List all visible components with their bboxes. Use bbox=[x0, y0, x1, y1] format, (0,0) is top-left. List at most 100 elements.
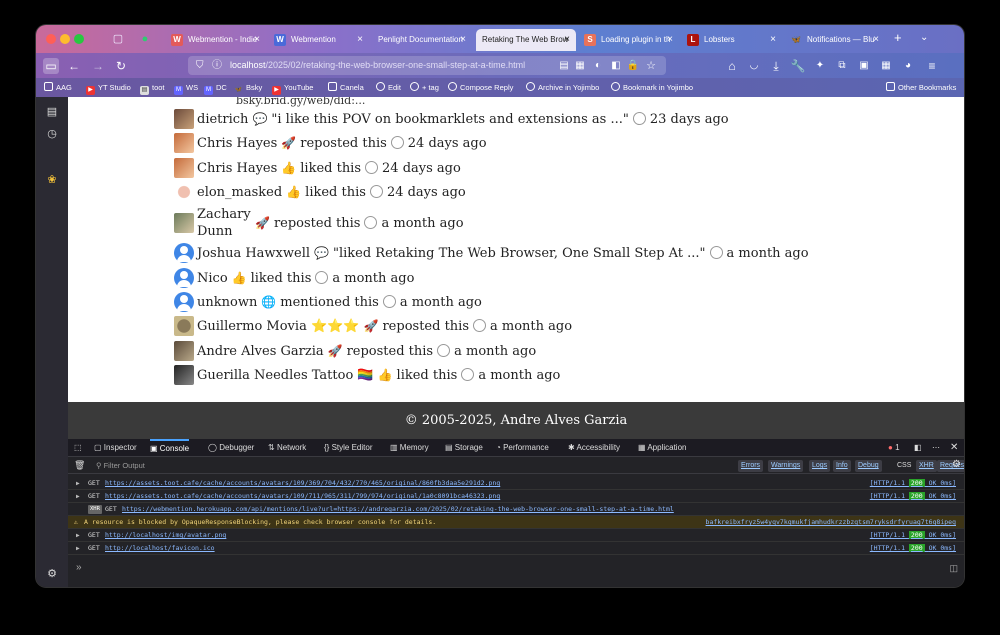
home-icon[interactable]: ⌂ bbox=[724, 58, 740, 74]
zoom-window-button[interactable] bbox=[74, 34, 84, 44]
mention-author[interactable]: elon_masked bbox=[197, 185, 282, 200]
close-icon[interactable]: × bbox=[357, 29, 363, 51]
avatar[interactable] bbox=[174, 316, 194, 336]
mention-author[interactable]: unknown bbox=[197, 295, 257, 310]
avatar[interactable] bbox=[174, 133, 194, 153]
wrench-icon[interactable]: 🔧 bbox=[790, 58, 806, 74]
sidebar-toggle-icon[interactable]: ▭ bbox=[43, 58, 59, 74]
reader-view-icon[interactable]: ▤ bbox=[556, 58, 572, 74]
close-icon[interactable]: × bbox=[254, 29, 260, 51]
mention-time[interactable]: a month ago bbox=[473, 318, 572, 334]
picture-in-picture-icon[interactable]: ◧ bbox=[608, 58, 624, 74]
warning-source[interactable]: bafkreibxfryz5w4yqv7kqmukfjamhudkrzzbzgt… bbox=[706, 516, 956, 529]
bookmark-aag[interactable]: AAG bbox=[44, 82, 72, 93]
tab-memory[interactable]: ▥ Memory bbox=[390, 439, 429, 457]
addon-icon[interactable]: ▣ bbox=[856, 58, 872, 74]
mention-time[interactable]: 24 days ago bbox=[365, 160, 461, 176]
tab-penlight[interactable]: Penlight Documentation × bbox=[372, 29, 472, 51]
mention-time[interactable]: a month ago bbox=[461, 367, 560, 383]
mention-author[interactable]: Guillermo Movia ⭐⭐⭐ bbox=[197, 319, 360, 334]
shield-icon[interactable]: ⛉ bbox=[196, 56, 204, 75]
mention-time[interactable]: a month ago bbox=[315, 270, 414, 286]
avatar[interactable] bbox=[174, 109, 194, 129]
close-icon[interactable]: × bbox=[460, 29, 466, 51]
avatar[interactable] bbox=[174, 243, 194, 263]
extensions-grid-icon[interactable]: ▦ bbox=[572, 58, 588, 74]
tab-network[interactable]: ⇅ Network bbox=[268, 439, 306, 457]
tab-performance[interactable]: ◔ Performance bbox=[496, 439, 549, 457]
bookmark-ws[interactable]: M WS bbox=[174, 82, 198, 95]
mention-author[interactable]: Zachary Dunn bbox=[197, 206, 251, 240]
puzzle-icon[interactable]: ⧉ bbox=[834, 58, 850, 74]
avatar[interactable] bbox=[174, 213, 194, 233]
split-console-icon[interactable]: ◫ bbox=[949, 563, 958, 574]
mention-author[interactable]: Joshua Hawxwell bbox=[197, 246, 310, 261]
bookmark-compose-reply[interactable]: Compose Reply bbox=[448, 82, 513, 93]
mention-author[interactable]: dietrich bbox=[197, 112, 248, 127]
console-input-prompt[interactable]: » bbox=[76, 562, 82, 573]
synced-tabs-icon[interactable]: ▤ bbox=[45, 105, 59, 119]
request-url[interactable]: http://localhost/img/avatar.png bbox=[105, 529, 226, 542]
console-log-row[interactable]: ▶ GET https://assets.toot.cafe/cache/acc… bbox=[68, 477, 964, 490]
tab-webmention[interactable]: W Webmention × bbox=[269, 29, 369, 51]
request-url[interactable]: http://localhost/favicon.ico bbox=[105, 542, 215, 555]
bookmark-bsky[interactable]: 🦋 Bsky bbox=[234, 82, 263, 95]
toggle-xhr[interactable]: XHR bbox=[916, 460, 937, 472]
console-warning-row[interactable]: ⚠ A resource is blocked by OpaqueRespons… bbox=[68, 516, 964, 529]
toggle-css[interactable]: CSS bbox=[894, 460, 914, 472]
reload-button[interactable]: ↻ bbox=[113, 58, 129, 74]
bookmark-toot[interactable]: ▤ toot bbox=[140, 82, 165, 95]
close-icon[interactable]: ✕ bbox=[950, 439, 958, 457]
close-icon[interactable]: × bbox=[873, 29, 879, 51]
mention-author[interactable]: Nico bbox=[197, 271, 228, 286]
tab-groups-icon[interactable]: ▢ bbox=[111, 32, 125, 46]
request-status[interactable]: [HTTP/1.1 200 OK 0ms] bbox=[870, 542, 956, 555]
filter-logs[interactable]: Logs bbox=[809, 460, 831, 472]
extension-icon[interactable]: ✦ bbox=[812, 58, 828, 74]
bookmark-tag[interactable]: + tag bbox=[410, 82, 439, 93]
tab-loading-plugin[interactable]: S Loading plugin in th × bbox=[579, 29, 679, 51]
forward-button[interactable]: → bbox=[90, 58, 106, 74]
avatar[interactable] bbox=[174, 268, 194, 288]
pocket-icon[interactable]: ◡ bbox=[746, 58, 762, 74]
expand-arrow-icon[interactable]: ▶ bbox=[76, 529, 80, 542]
history-icon[interactable]: ◷ bbox=[45, 127, 59, 141]
console-log-row[interactable]: ▶ GET https://assets.toot.cafe/cache/acc… bbox=[68, 490, 964, 503]
close-icon[interactable]: × bbox=[564, 29, 570, 51]
new-tab-button[interactable]: + bbox=[894, 30, 902, 45]
translate-icon[interactable]: ◐ bbox=[590, 58, 606, 74]
request-status[interactable]: [HTTP/1.1 200 OK 0ms] bbox=[870, 477, 956, 490]
bee-icon[interactable]: ❀ bbox=[45, 173, 59, 187]
mention-author[interactable]: Chris Hayes bbox=[197, 136, 277, 151]
gear-icon[interactable]: ⚙ bbox=[952, 459, 961, 470]
bookmark-star-icon[interactable]: ☆ bbox=[643, 58, 659, 74]
close-window-button[interactable] bbox=[46, 34, 56, 44]
tab-webmention-indie[interactable]: W Webmention - Indie × bbox=[166, 29, 266, 51]
page-info-icon[interactable]: ⓘ bbox=[212, 56, 222, 75]
bookmark-archive-yojimbo[interactable]: Archive in Yojimbo bbox=[526, 82, 599, 93]
filter-input[interactable]: ⚲ Filter Output bbox=[96, 461, 145, 470]
tab-console[interactable]: ▣ Console bbox=[150, 439, 190, 457]
tab-style-editor[interactable]: {} Style Editor bbox=[324, 439, 372, 457]
tab-lobsters[interactable]: L Lobsters × bbox=[682, 29, 782, 51]
bookmark-canela[interactable]: Canela bbox=[328, 82, 364, 93]
tab-application[interactable]: ▦ Application bbox=[638, 439, 686, 457]
grid-icon[interactable]: ▦ bbox=[878, 58, 894, 74]
expand-arrow-icon[interactable]: ▶ bbox=[76, 542, 80, 555]
element-picker-icon[interactable]: ⬚ bbox=[74, 439, 82, 457]
bookmark-youtube[interactable]: ▶ YouTube bbox=[272, 82, 313, 95]
request-url[interactable]: https://webmention.herokuapp.com/api/men… bbox=[122, 503, 674, 516]
request-url[interactable]: https://assets.toot.cafe/cache/accounts/… bbox=[105, 477, 500, 490]
tab-retaking-web-browser[interactable]: Retaking The Web Brow × bbox=[476, 29, 576, 51]
gear-icon[interactable]: ⚙ bbox=[45, 567, 59, 581]
expand-arrow-icon[interactable]: ▶ bbox=[76, 490, 80, 503]
minimize-window-button[interactable] bbox=[60, 34, 70, 44]
mention-time[interactable]: a month ago bbox=[382, 294, 482, 310]
profile-icon[interactable]: ◕ bbox=[900, 58, 916, 74]
tab-accessibility[interactable]: ✱ Accessibility bbox=[568, 439, 620, 457]
console-log-row[interactable]: ▶ GET http://localhost/favicon.ico [HTTP… bbox=[68, 542, 964, 555]
mention-author[interactable]: Andre Alves Garzia bbox=[197, 344, 324, 359]
avatar[interactable] bbox=[174, 341, 194, 361]
mention-author[interactable]: Chris Hayes bbox=[197, 161, 277, 176]
mention-author[interactable]: Guerilla Needles Tattoo 🏳️‍🌈 bbox=[197, 368, 374, 383]
